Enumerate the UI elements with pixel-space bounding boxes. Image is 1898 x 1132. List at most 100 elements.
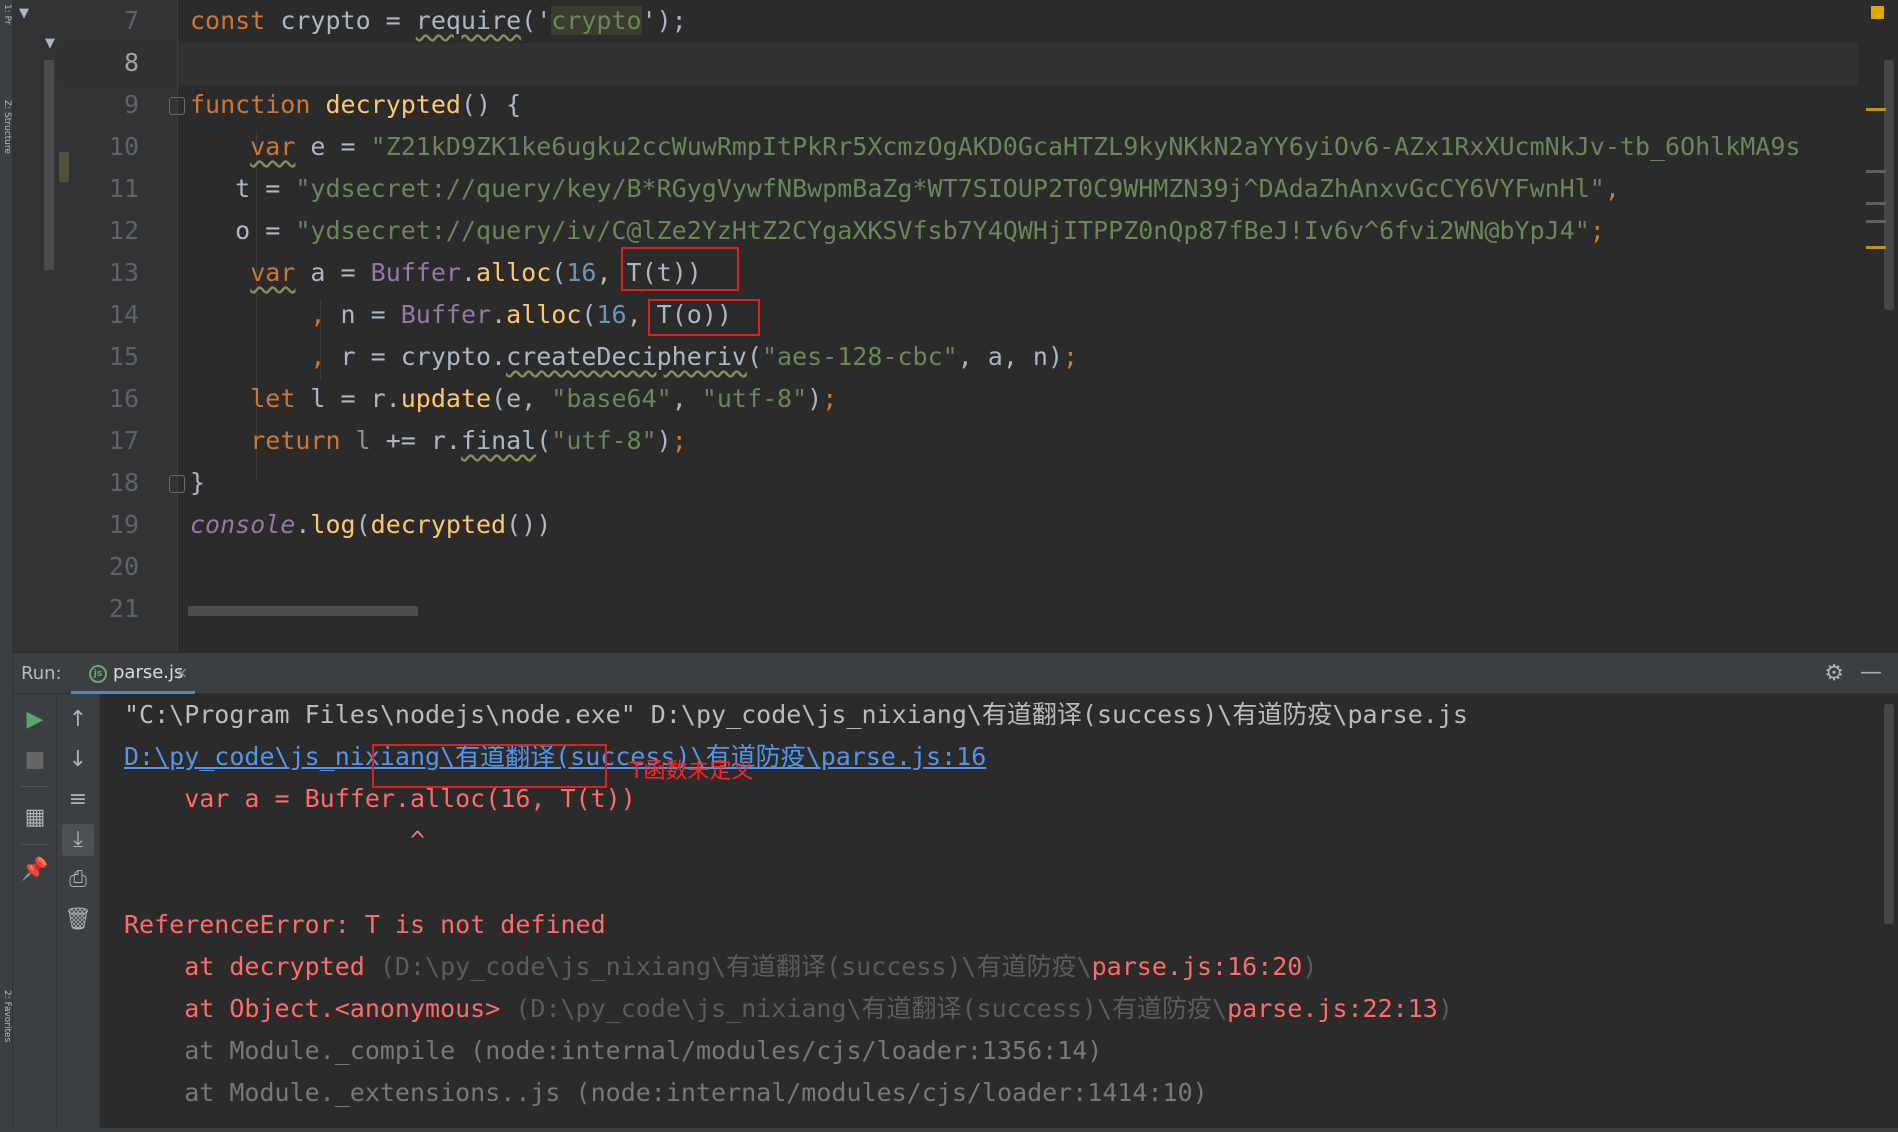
pin-tab-icon[interactable]: 📌 [19,854,51,886]
code-line-14[interactable]: , n = Buffer.alloc(16, T(o)) [190,294,1801,336]
stack-frame-link[interactable]: parse.js:16:20 [1092,952,1303,981]
line-number: 15 [108,342,139,371]
code-line-20[interactable] [190,546,1801,588]
method-name: update [400,384,492,413]
stack-frame-name: at decrypted [124,952,380,981]
line-number: 21 [108,594,139,623]
rerun-icon[interactable]: ▶ [19,704,51,736]
favorites-tool-label[interactable]: 2: Favorites [1,990,12,1090]
error-stripe-mark[interactable] [1866,246,1886,249]
stack-frame-path: ) [1437,994,1453,1023]
code-line-10[interactable]: var e = "Z21kD9ZK1ke6ugku2ccWuwRmpItPkRr… [190,126,1800,168]
keyword: var [250,258,296,287]
scroll-to-end-icon[interactable]: ⤓ [62,824,94,856]
down-arrow-icon[interactable]: ↓ [62,744,94,776]
line-number: 10 [108,132,139,161]
minimize-icon[interactable]: — [1860,653,1882,693]
code-line-15[interactable]: , r = crypto.createDecipheriv("aes-128-c… [190,336,1801,378]
code-line-8[interactable] [190,42,1801,84]
string-literal: "aes-128-cbc" [762,342,958,371]
code-line-13[interactable]: var a = Buffer.alloc(16, T(t)) [190,252,1801,294]
error-type: ReferenceError: [124,910,350,939]
annotation-box-Tt [621,247,739,291]
code-text: l = r. [295,384,401,413]
code-line-7[interactable]: const crypto = require('crypto'); [190,0,1801,42]
code-line-21[interactable] [190,588,1801,630]
horizontal-scrollbar[interactable] [188,606,418,616]
code-text: , a, n) [957,342,1064,371]
method-name: alloc [476,258,552,287]
code-line-18[interactable]: } [190,462,1801,504]
code-editor[interactable]: ▼ ▼ 7 8 9 10 11 12 13 14 15 16 17 18 19 … [13,0,1898,652]
code-line-19[interactable]: console.log(decrypted()) [190,504,1801,546]
close-icon[interactable]: × [175,653,188,693]
code-text: ( [746,342,762,371]
run-tab-parse-js[interactable]: js parse.js × [71,653,195,695]
warning-indicator-icon[interactable] [1871,6,1884,19]
code-line-12[interactable]: o = "ydsecret://query/iv/C@lZe2YzHtZ2CYg… [190,210,1801,252]
gear-icon[interactable]: ⚙ [1824,653,1844,695]
code-text: ) [656,426,672,455]
code-line-17[interactable]: return l += r.final("utf-8"); [190,420,1801,462]
code-text: ) [807,384,823,413]
up-arrow-icon[interactable]: ↑ [62,704,94,736]
stack-frame: at decrypted (D:\py_code\js_nixiang\有道翻译… [124,946,1878,988]
error-stripe-mark[interactable] [1866,108,1886,111]
line-number: 17 [108,426,139,455]
console-output[interactable]: "C:\Program Files\nodejs\node.exe" D:\py… [124,694,1878,1132]
code-text: t = [235,174,296,203]
punctuation: , [1604,174,1620,203]
method-name: createDecipheriv [506,342,747,371]
console-reference-error: ReferenceError: T is not defined [124,904,1878,946]
code-line-11[interactable]: t = "ydsecret://query/key/B*RGygVywfNBwp… [190,168,1801,210]
stop-icon[interactable]: ■ [19,744,51,776]
panel-scrollbar[interactable] [44,60,54,270]
run-tab-label: parse.js [113,662,184,683]
function-call: decrypted [370,510,507,539]
code-text: ( [581,300,597,329]
line-number: 14 [108,300,139,329]
print-icon[interactable]: ⎙ [62,864,94,896]
soft-wrap-icon[interactable]: ≡ [62,784,94,816]
run-toolbar-left: ▶ ■ ▦ 📌 [13,694,57,1132]
stack-frame-link[interactable]: parse.js:22:13 [1227,994,1438,1023]
collapse-arrow-icon[interactable]: ▼ [19,6,29,21]
code-text: require [415,6,522,35]
error-stripe-mark[interactable] [1866,202,1886,205]
restore-layout-icon[interactable]: ▦ [19,802,51,834]
error-stripe-mark[interactable] [1866,170,1886,173]
structure-tool-label[interactable]: Z: Structure [1,100,12,210]
code-text: ( [536,426,552,455]
code-text: (e, [491,384,552,413]
code-text: l [355,426,371,455]
code-lines[interactable]: const crypto = require('crypto'); functi… [190,0,1801,630]
keyword: function [190,90,311,119]
nodejs-icon: js [89,665,107,683]
code-line-16[interactable]: let l = r.update(e, "base64", "utf-8"); [190,378,1801,420]
error-message: T is not defined [349,910,606,939]
code-line-9[interactable]: function decrypted() { [190,84,1801,126]
editor-vertical-scrollbar[interactable] [1884,60,1894,310]
project-tool-label[interactable]: 1: Pr [1,4,12,64]
code-text: crypto = [265,6,416,35]
code-text: . [491,300,507,329]
expand-arrow-icon[interactable]: ▼ [45,36,55,51]
trash-icon[interactable]: 🗑 [62,904,94,936]
punctuation: , [310,342,326,371]
error-stripe-mark[interactable] [1866,220,1886,223]
stack-frame-path: (D:\py_code\js_nixiang\有道翻译(success)\有道防… [379,952,1092,981]
run-toolbar-right: ↑ ↓ ≡ ⤓ ⎙ 🗑 [57,694,100,1132]
code-text: () { [460,90,522,119]
punctuation: ; [822,384,838,413]
method-name: log [310,510,356,539]
console-vertical-scrollbar[interactable] [1884,704,1894,924]
punctuation: ; [1063,342,1079,371]
code-area[interactable]: const crypto = require('crypto'); functi… [178,0,1898,652]
code-text: n = [325,300,401,329]
